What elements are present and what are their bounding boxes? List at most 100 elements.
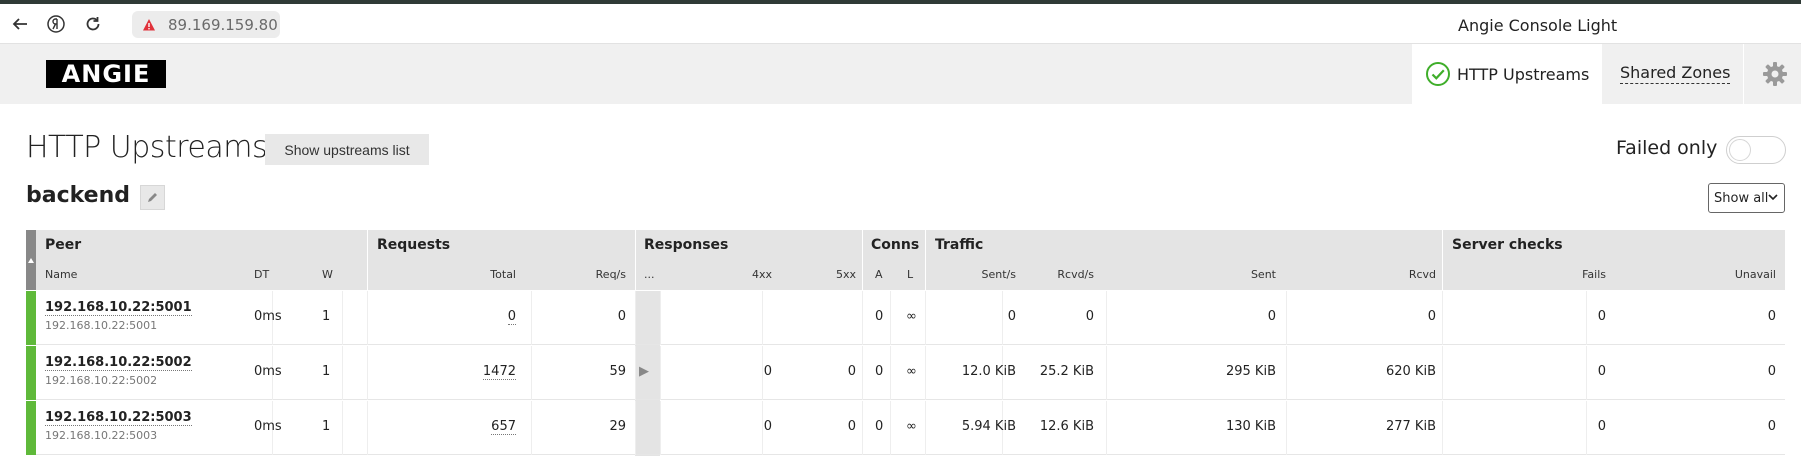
header-divider [367,230,368,290]
cell-divider [660,346,661,400]
edit-group-button[interactable] [140,185,165,210]
cell-sent-s: 0 [1007,309,1016,324]
header-divider [635,230,636,290]
gear-icon[interactable] [1761,60,1789,88]
cell-r4xx: 0 [763,364,772,379]
header-divider [925,230,926,290]
cell-divider [367,401,368,455]
browser-toolbar: 89.169.159.80 Angie Console Light [0,4,1801,44]
col-more[interactable]: ... [644,268,655,281]
peer-address: 192.168.10.22:5002 [45,374,158,387]
cell-divider [1286,401,1287,455]
cell-dt: 0ms [254,364,282,379]
cell-divider [1286,346,1287,400]
header-divider [1442,230,1443,290]
cell-fails: 0 [1597,309,1606,324]
cell-sent: 295 KiB [1225,364,1276,379]
col-5xx: 5xx [835,268,856,281]
toggle-knob [1729,139,1751,161]
failed-only-toggle[interactable] [1726,136,1786,164]
cell-unavail: 0 [1767,364,1776,379]
cell-divider [1106,346,1107,400]
cell-rcvd-s: 0 [1085,309,1094,324]
peer-status-bar [26,401,36,455]
cell-divider [342,291,343,345]
cell-rcvd: 620 KiB [1385,364,1436,379]
cell-sent: 130 KiB [1225,419,1276,434]
col-rcvd-s: Rcvd/s [1057,268,1094,281]
cell-divider [1442,291,1443,345]
col-dt: DT [254,268,270,281]
app-header: ANGIE HTTP Upstreams Shared Zones [0,44,1801,104]
chevron-down-icon [1768,194,1778,201]
col-rcvd: Rcvd [1408,268,1436,281]
cell-rcvd-s: 25.2 KiB [1039,364,1094,379]
warning-icon[interactable] [142,18,156,32]
cell-divider [531,401,532,455]
nav-upstreams-label: HTTP Upstreams [1457,64,1590,84]
angie-logo[interactable]: ANGIE [46,60,166,88]
cell-dt: 0ms [254,419,282,434]
cell-divider [367,291,368,345]
sort-column-handle[interactable] [26,230,36,290]
cell-divider [1106,401,1107,455]
peer-status-bar [26,291,36,345]
cell-r4xx: 0 [763,419,772,434]
col-name: Name [45,268,78,281]
col-4xx: 4xx [751,268,772,281]
cell-divider [1106,291,1107,345]
peer-address: 192.168.10.22:5003 [45,429,158,442]
cell-divider [1442,401,1443,455]
cell-a: 0 [875,309,884,324]
pencil-icon [148,193,157,202]
table-row: 192.168.10.22:5002 192.168.10.22:5002 0ms 1… [26,346,1785,400]
page-tab-title: Angie Console Light [1458,16,1618,35]
peer-name[interactable]: 192.168.10.22:5003 [45,410,192,426]
cell-total: 1472 [482,364,516,380]
nav-shared-zones[interactable]: Shared Zones [1620,63,1731,84]
page-title: HTTP Upstreams [26,130,268,165]
address-bar[interactable]: 89.169.159.80 [132,11,280,38]
cell-total: 0 [507,309,516,325]
back-arrow-icon[interactable] [6,10,34,38]
yandex-icon[interactable] [42,10,70,38]
col-group-server-checks: Server checks [1452,237,1563,253]
show-upstreams-list-button[interactable]: Show upstreams list [265,134,429,165]
cell-rcvd-s: 12.6 KiB [1039,419,1094,434]
col-w: W [322,268,333,281]
col-group-responses: Responses [644,237,729,253]
peer-address: 192.168.10.22:5001 [45,319,158,332]
cell-divider [635,346,636,400]
show-filter-select[interactable]: Show all [1708,183,1785,213]
col-sent-s: Sent/s [981,268,1016,281]
cell-fails: 0 [1597,419,1606,434]
cell-divider [531,291,532,345]
header-divider [862,230,863,290]
cell-expand[interactable]: ▶ [639,364,655,379]
cell-divider [862,401,863,455]
peer-status-bar [26,346,36,400]
peer-name[interactable]: 192.168.10.22:5002 [45,355,192,371]
col-l: L [907,268,914,281]
cell-sent-s: 12.0 KiB [961,364,1016,379]
nav-http-upstreams[interactable]: HTTP Upstreams [1412,44,1602,104]
cell-divider [1442,346,1443,400]
col-a: A [875,268,883,281]
cell-divider [862,291,863,345]
cell-divider [890,401,891,455]
reload-icon[interactable] [79,10,107,38]
cell-l: ∞ [906,364,917,379]
col-unavail: Unavail [1734,268,1776,281]
cell-rcvd: 0 [1427,309,1436,324]
cell-total: 657 [491,419,516,435]
peer-name[interactable]: 192.168.10.22:5001 [45,300,192,316]
table-row: 192.168.10.22:5001 192.168.10.22:5001 0ms 1… [26,291,1785,345]
cell-divider [367,346,368,400]
cell-unavail: 0 [1767,309,1776,324]
col-total: Total [490,268,516,281]
cell-fails: 0 [1597,364,1606,379]
cell-sent-s: 5.94 KiB [961,419,1016,434]
cell-divider [660,291,661,345]
check-circle-icon [1426,62,1450,86]
upstream-group-name: backend [26,183,131,208]
